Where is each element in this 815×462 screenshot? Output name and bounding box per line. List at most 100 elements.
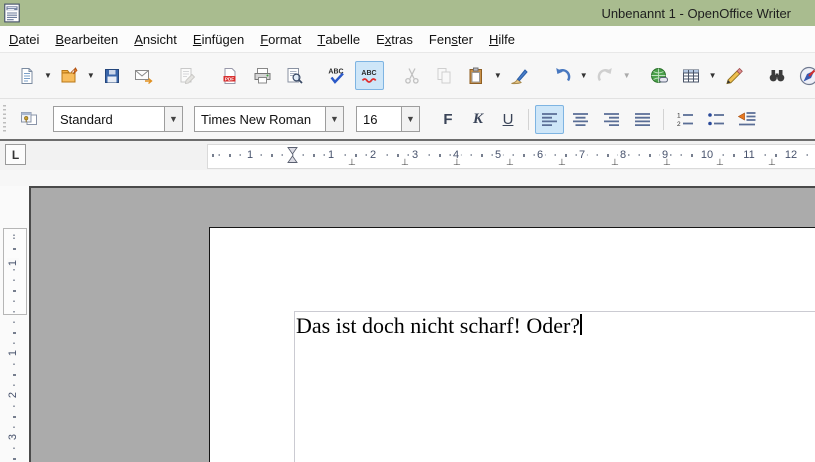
writer-window: Unbenannt 1 - OpenOffice Writer Datei Be…: [0, 0, 815, 462]
undo-arrow-icon: [555, 67, 571, 81]
ruler-number: 10: [698, 149, 716, 162]
align-right-icon: [604, 112, 619, 126]
copy-icon: [437, 67, 451, 83]
align-justify-icon: [635, 112, 650, 126]
document-page[interactable]: Das ist doch nicht scharf! Oder?: [209, 227, 815, 462]
tab-stop-mark: [453, 157, 461, 167]
bullet-list-icon: [707, 113, 724, 126]
ruler-number: 11: [741, 149, 757, 162]
align-center-icon: [573, 112, 588, 126]
paste-button[interactable]: [462, 61, 491, 90]
paragraph-style-dropdown[interactable]: ▼: [164, 107, 182, 131]
font-name-value[interactable]: Times New Roman: [195, 107, 325, 131]
font-size-dropdown[interactable]: ▼: [401, 107, 419, 131]
find-replace-button[interactable]: [763, 61, 792, 90]
text-boundary[interactable]: Das ist doch nicht scharf! Oder?: [294, 311, 815, 462]
table-dropdown[interactable]: ▼: [709, 71, 717, 80]
font-name-combobox[interactable]: Times New Roman ▼: [194, 106, 344, 132]
tab-stop-mark: [663, 157, 671, 167]
tab-stop-mark: [768, 157, 776, 167]
paragraph-style-combobox[interactable]: Standard ▼: [53, 106, 183, 132]
page-preview-button[interactable]: [280, 61, 309, 90]
decrease-indent-icon: [737, 112, 755, 126]
bold-button[interactable]: F: [434, 105, 462, 133]
export-pdf-icon: PDF: [223, 67, 236, 84]
save-floppy-icon: [105, 68, 120, 83]
ruler-number: 5: [492, 149, 504, 162]
vertical-ruler[interactable]: 1 1 2 3: [0, 186, 29, 462]
formatting-toolbar: Standard ▼ Times New Roman ▼ 16 ▼ F K U: [0, 99, 815, 139]
undo-button[interactable]: [548, 61, 577, 90]
menu-item[interactable]: Tabelle: [309, 26, 368, 52]
toolbar-separator: [528, 108, 529, 130]
open-button[interactable]: [55, 61, 84, 90]
menu-item[interactable]: Format: [252, 26, 309, 52]
font-name-dropdown[interactable]: ▼: [325, 107, 343, 131]
align-right-button[interactable]: [597, 105, 626, 134]
navigator-button[interactable]: [795, 61, 815, 90]
tab-stop-mark: [401, 157, 409, 167]
toolbar-separator: [663, 108, 664, 130]
auto-spellcheck-button[interactable]: ABC: [354, 61, 384, 90]
ruler-number: 6: [534, 149, 546, 162]
titlebar[interactable]: Unbenannt 1 - OpenOffice Writer: [0, 0, 815, 26]
print-button[interactable]: [248, 61, 277, 90]
edit-file-icon: [180, 67, 196, 84]
ruler-number: 3: [409, 149, 421, 162]
standard-toolbar: ▼ ▼ PDF ABC ABC ▼ ▼ ▼ ▼: [0, 53, 815, 99]
paragraph-style-value[interactable]: Standard: [54, 107, 164, 131]
tab-stop-selector-button[interactable]: L: [5, 144, 26, 165]
spellcheck-button[interactable]: ABC: [323, 61, 352, 90]
hyperlink-button[interactable]: [645, 61, 674, 90]
paste-dropdown[interactable]: ▼: [494, 71, 502, 80]
indent-marker[interactable]: [287, 145, 298, 165]
new-document-button[interactable]: [12, 61, 41, 90]
draw-functions-button[interactable]: [720, 61, 749, 90]
menu-item[interactable]: Ex tras: [368, 26, 421, 52]
vruler-number: 1: [7, 347, 20, 359]
numbered-list-icon: 1 2: [677, 113, 693, 127]
styles-and-formatting-button[interactable]: [14, 105, 43, 134]
font-size-combobox[interactable]: 16 ▼: [356, 106, 420, 132]
menu-item[interactable]: Bearbeiten: [47, 26, 126, 52]
new-document-dropdown[interactable]: ▼: [44, 71, 52, 80]
redo-dropdown: ▼: [622, 71, 631, 80]
ruler-number: 1: [325, 149, 337, 162]
clone-formatting-button[interactable]: [505, 61, 534, 90]
writer-app-icon[interactable]: [1, 2, 23, 24]
new-document-icon: [21, 67, 32, 84]
menu-item[interactable]: Datei: [1, 26, 47, 52]
undo-dropdown[interactable]: ▼: [580, 71, 588, 80]
bullet-list-button[interactable]: [701, 105, 730, 134]
menu-item[interactable]: Hilfe: [481, 26, 523, 52]
save-button[interactable]: [98, 61, 127, 90]
menu-item[interactable]: Fen s ter: [421, 26, 481, 52]
copy-button: [430, 61, 459, 90]
table-grid-icon: [683, 69, 700, 82]
numbered-list-button[interactable]: 1 2: [670, 105, 699, 134]
underline-button[interactable]: U: [494, 105, 522, 133]
open-dropdown[interactable]: ▼: [87, 71, 95, 80]
decrease-indent-button[interactable]: [732, 105, 761, 134]
svg-text:PDF: PDF: [225, 76, 234, 81]
document-canvas[interactable]: Das ist doch nicht scharf! Oder?: [29, 186, 815, 462]
open-folder-icon: [61, 66, 78, 82]
spellcheck-icon: ABC: [329, 69, 345, 84]
font-size-value[interactable]: 16: [357, 107, 401, 131]
align-justify-button[interactable]: [628, 105, 657, 134]
email-document-button[interactable]: [130, 61, 159, 90]
align-center-button[interactable]: [566, 105, 595, 134]
document-text: Das ist doch nicht scharf! Oder?: [296, 313, 581, 338]
insert-table-button[interactable]: [677, 61, 706, 90]
menu-item[interactable]: Ansicht: [126, 26, 185, 52]
tab-stop-mark: [348, 157, 356, 167]
italic-button[interactable]: K: [464, 105, 492, 133]
printer-icon: [254, 67, 271, 83]
vruler-number: 2: [7, 389, 20, 401]
export-pdf-button[interactable]: PDF: [216, 61, 245, 90]
toolbar-grip[interactable]: [3, 105, 6, 133]
align-left-button[interactable]: [535, 104, 564, 134]
navigator-compass-icon: [799, 66, 815, 85]
menu-item[interactable]: Einfügen: [185, 26, 252, 52]
tab-stop-mark: [611, 157, 619, 167]
